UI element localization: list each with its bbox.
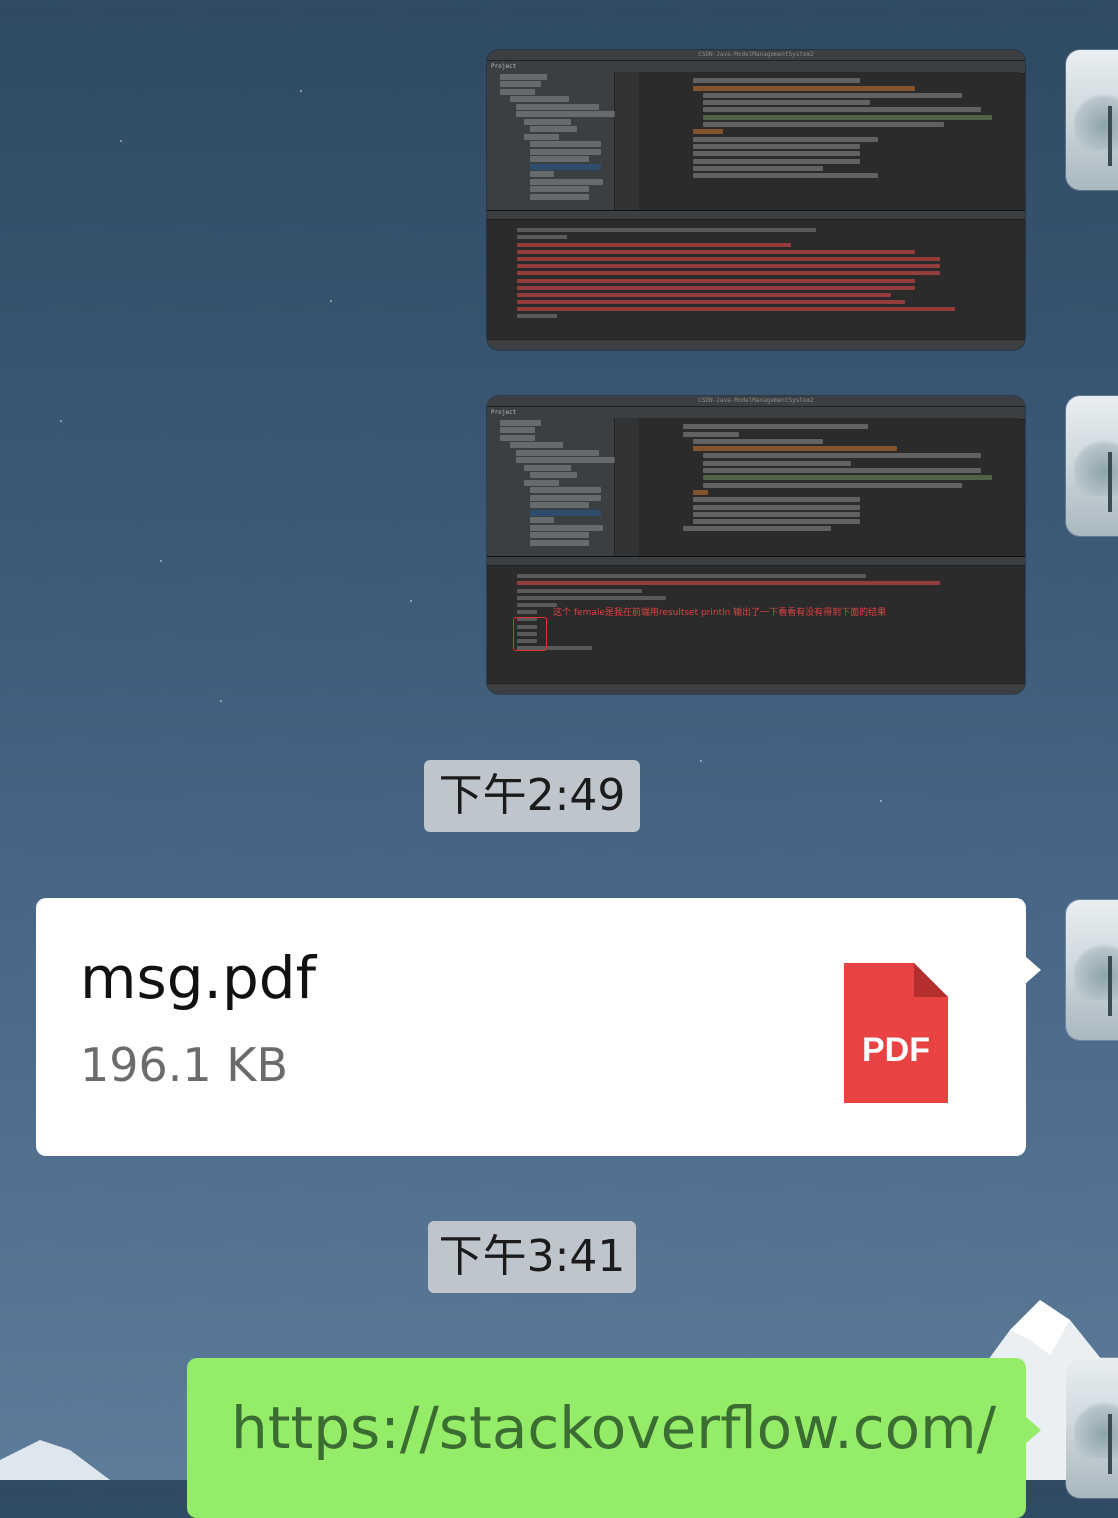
avatar[interactable]: [1066, 396, 1118, 536]
ide-title: CSDN-Java-ModelManagementSystem2: [698, 51, 814, 58]
code-editor: [615, 418, 1019, 556]
run-console: 这个 female是我在前端用resultset println 输出了一下看看…: [487, 556, 1025, 684]
file-size: 196.1 KB: [80, 1038, 289, 1092]
annotation-box: [513, 617, 547, 651]
timestamp: 下午2:49: [424, 760, 640, 832]
code-editor: [615, 72, 1019, 210]
ide-title: CSDN-Java-ModelManagementSystem2: [698, 397, 814, 404]
link-text[interactable]: https://stackoverflow.com/: [231, 1394, 996, 1462]
run-console: [487, 210, 1025, 340]
image-message-ide-screenshot[interactable]: CSDN-Java-ModelManagementSystem2 Project: [487, 50, 1025, 350]
avatar[interactable]: [1066, 50, 1118, 190]
image-message-ide-screenshot[interactable]: CSDN-Java-ModelManagementSystem2 Project: [487, 396, 1025, 694]
pdf-file-icon: PDF: [844, 963, 948, 1103]
file-message[interactable]: msg.pdf 196.1 KB PDF: [36, 898, 1041, 1156]
file-name: msg.pdf: [80, 944, 317, 1012]
avatar[interactable]: [1066, 900, 1118, 1040]
timestamp: 下午3:41: [428, 1221, 636, 1293]
annotation-text: 这个 female是我在前端用resultset println 输出了一下看看…: [553, 608, 887, 618]
pdf-icon-label: PDF: [862, 1031, 930, 1069]
link-message[interactable]: https://stackoverflow.com/: [187, 1358, 1041, 1518]
project-tree: [496, 418, 623, 556]
avatar[interactable]: [1066, 1358, 1118, 1498]
project-tree: [496, 72, 623, 210]
